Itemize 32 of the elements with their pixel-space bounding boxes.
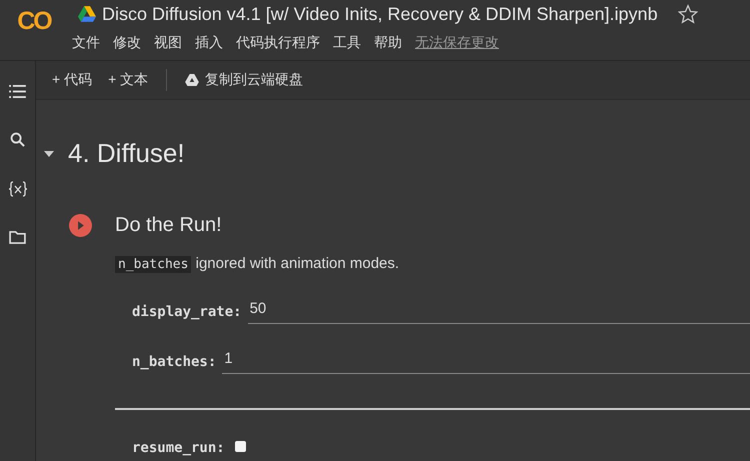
section-heading: 4. Diffuse! [68, 138, 185, 169]
variables-icon[interactable] [8, 181, 28, 197]
folder-icon[interactable] [9, 231, 26, 244]
menu-item[interactable]: 插入 [195, 34, 223, 52]
add-cell-button[interactable]: + 代码 [48, 67, 96, 93]
run-button[interactable] [69, 214, 92, 237]
logo[interactable]: CO [0, 0, 68, 36]
menu-item[interactable]: 修改 [113, 34, 141, 52]
caret-icon[interactable] [44, 150, 54, 156]
menu-item[interactable]: 工具 [333, 34, 361, 52]
add-cell-button[interactable]: + 文本 [104, 67, 152, 93]
field-label: n_batches: [132, 354, 216, 372]
notebook-title[interactable]: Disco Diffusion v4.1 [w/ Video Inits, Recovery & DDIM Sharpen].ipynb [102, 4, 658, 24]
menu-item[interactable]: 文件 [72, 34, 100, 52]
field-label: resume_run: [132, 440, 225, 458]
search-icon[interactable] [10, 132, 25, 147]
copy-to-drive-button[interactable]: 复制到云端硬盘 [181, 67, 308, 93]
menu-item[interactable]: 代码执行程序 [236, 34, 320, 52]
cell-title: Do the Run! [115, 214, 222, 237]
note-text: ignored with animation modes. [196, 255, 400, 272]
table-of-contents-icon[interactable] [9, 85, 26, 98]
drive-icon [78, 6, 96, 22]
inline-code: n_batches [115, 256, 192, 273]
field-label: display_rate: [132, 304, 242, 322]
drive-icon [185, 74, 200, 86]
input-field[interactable]: 50 [248, 298, 750, 324]
menu-item[interactable]: 帮助 [374, 34, 402, 52]
star-icon[interactable] [678, 4, 698, 24]
checkbox[interactable] [234, 441, 246, 452]
input-field[interactable]: 1 [222, 348, 750, 374]
save-status-link[interactable]: 无法保存更改 [415, 34, 499, 52]
menu-item[interactable]: 视图 [154, 34, 182, 52]
